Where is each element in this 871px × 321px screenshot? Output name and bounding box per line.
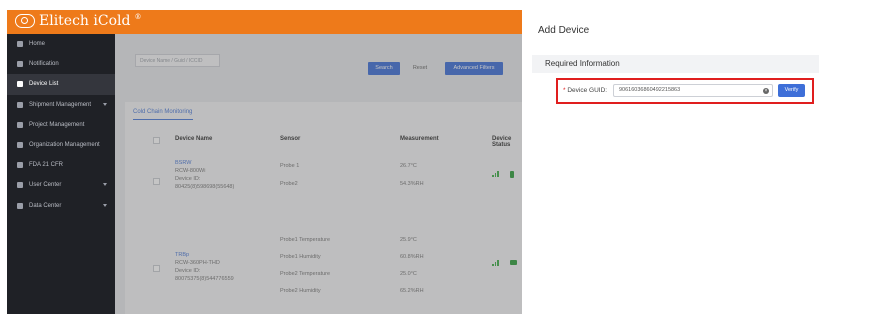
clear-icon[interactable]: × <box>763 88 769 94</box>
add-device-panel: Add Device Required Information <box>522 10 819 314</box>
device-icon <box>17 81 23 88</box>
project-icon <box>17 121 23 128</box>
sidebar-item-device-list[interactable]: Device List <box>7 74 115 95</box>
logo-icon <box>15 14 35 28</box>
sidebar: Home Notification Device List Shipment M… <box>7 34 115 314</box>
app-window: Elitech iCold ® Home Notification Device… <box>7 10 522 314</box>
sidebar-item-shipment-management[interactable]: Shipment Management <box>7 95 115 115</box>
logo: Elitech iCold ® <box>15 13 141 29</box>
mail-icon <box>17 61 23 68</box>
guid-label: * Device GUID: <box>563 87 607 94</box>
section-header: Required Information <box>532 55 819 73</box>
sidebar-item-notification[interactable]: Notification <box>7 54 115 74</box>
device-guid-input[interactable]: 90616036860492215863 × <box>613 84 773 97</box>
device-guid-value: 90616036860492215863 <box>619 87 681 93</box>
sidebar-item-home[interactable]: Home <box>7 34 115 54</box>
required-mark: * <box>563 87 566 94</box>
organization-icon <box>17 142 23 149</box>
data-icon <box>17 202 23 209</box>
shipment-icon <box>17 101 23 108</box>
logo-registered-mark: ® <box>134 13 142 21</box>
top-bar: Elitech iCold ® <box>7 10 522 34</box>
verify-button[interactable]: Verify <box>778 84 805 97</box>
modal-backdrop[interactable] <box>115 34 522 314</box>
sidebar-item-user-center[interactable]: User Center <box>7 175 115 195</box>
home-icon <box>17 41 23 48</box>
chevron-down-icon <box>103 183 107 187</box>
shield-icon <box>17 162 23 169</box>
user-icon <box>17 182 23 189</box>
logo-text: Elitech iCold <box>39 13 131 29</box>
sidebar-item-fda-21-cfr[interactable]: FDA 21 CFR <box>7 155 115 175</box>
sidebar-item-project-management[interactable]: Project Management <box>7 115 115 135</box>
sidebar-item-organization-management[interactable]: Organization Management <box>7 135 115 155</box>
guid-label-text: Device GUID: <box>567 87 608 94</box>
sidebar-item-data-center[interactable]: Data Center <box>7 196 115 216</box>
panel-title: Add Device <box>538 25 590 36</box>
chevron-down-icon <box>103 203 107 207</box>
chevron-down-icon <box>103 102 107 106</box>
